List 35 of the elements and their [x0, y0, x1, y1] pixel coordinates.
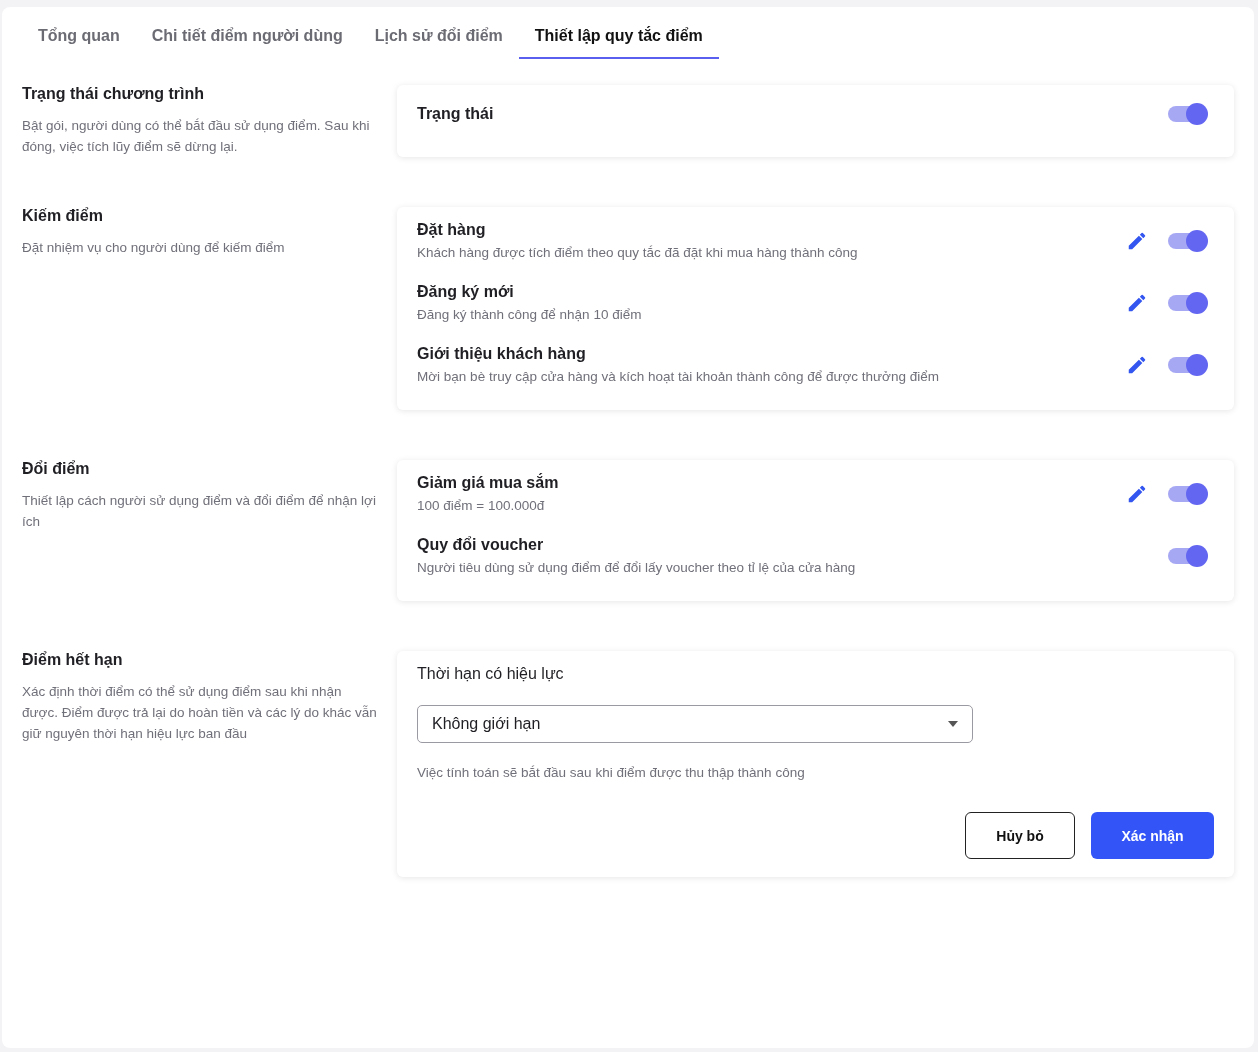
tab[interactable]: Lịch sử đổi điểm — [358, 7, 519, 59]
rule-description: Khách hàng được tích điểm theo quy tắc đã đặt khi mua hàng thành công — [417, 245, 858, 260]
tab[interactable]: Thiết lập quy tắc điểm — [518, 7, 719, 59]
toggle-switch[interactable] — [1168, 547, 1206, 564]
section-description: Đặt nhiệm vụ cho người dùng để kiếm điểm — [22, 239, 286, 257]
toggle-switch[interactable] — [1168, 294, 1206, 311]
toggle-switch[interactable] — [1168, 485, 1206, 502]
rule-description: Mời bạn bè truy cập cửa hàng và kích hoạt tài khoản thành công để được thưởng điểm — [417, 369, 939, 384]
section-title: Đổi điểm — [22, 460, 91, 478]
section-description: Thiết lập cách người sử dụng điểm và đổi điểm để nhận lợi ích — [22, 492, 377, 531]
tab[interactable]: Chi tiết điểm người dùng — [135, 7, 359, 59]
toggle-switch[interactable] — [1168, 356, 1206, 373]
dropdown-select[interactable]: Không giới hạn — [417, 705, 973, 743]
section-title: Điểm hết hạn — [22, 651, 124, 669]
rule-title: Đặt hàng — [417, 221, 487, 239]
section-description: Xác định thời điểm có thể sử dụng điểm sau khi nhận được. Điểm được trả lại do hoàn tiền và các lý do khác vẫn giữ nguyên thời hạn hiệu lực ban đầu — [22, 683, 378, 743]
tab[interactable]: Tổng quan — [22, 7, 136, 59]
cancel-button[interactable]: Hủy bỏ — [965, 812, 1075, 859]
status-label: Trạng thái — [417, 105, 494, 123]
toggle-switch[interactable] — [1168, 106, 1206, 122]
section-title: Kiếm điểm — [22, 207, 104, 225]
rule-description: Người tiêu dùng sử dụng điểm để đổi lấy voucher theo tỉ lệ của cửa hàng — [417, 560, 856, 575]
toggle-switch[interactable] — [1168, 232, 1206, 249]
rule-description: Đăng ký thành công để nhận 10 điểm — [417, 307, 642, 322]
caret-icon — [948, 721, 958, 727]
helper-text: Việc tính toán sẽ bắt đầu sau khi điểm được thu thập thành công — [417, 765, 806, 780]
rule-title: Quy đổi voucher — [417, 536, 545, 554]
rule-description: 100 điểm = 100.000đ — [417, 498, 546, 513]
section-description: Bật gói, người dùng có thể bắt đầu sử dụng điểm. Sau khi đóng, việc tích lũy điểm sẽ dừng lại. — [22, 117, 371, 156]
section-title: Trạng thái chương trình — [22, 85, 206, 103]
rule-title: Giới thiệu khách hàng — [417, 345, 587, 363]
rule-title: Giảm giá mua sắm — [417, 474, 559, 492]
rule-title: Đăng ký mới — [417, 283, 515, 301]
field-label: Thời hạn có hiệu lực — [417, 665, 565, 683]
confirm-button[interactable]: Xác nhận — [1091, 812, 1214, 859]
